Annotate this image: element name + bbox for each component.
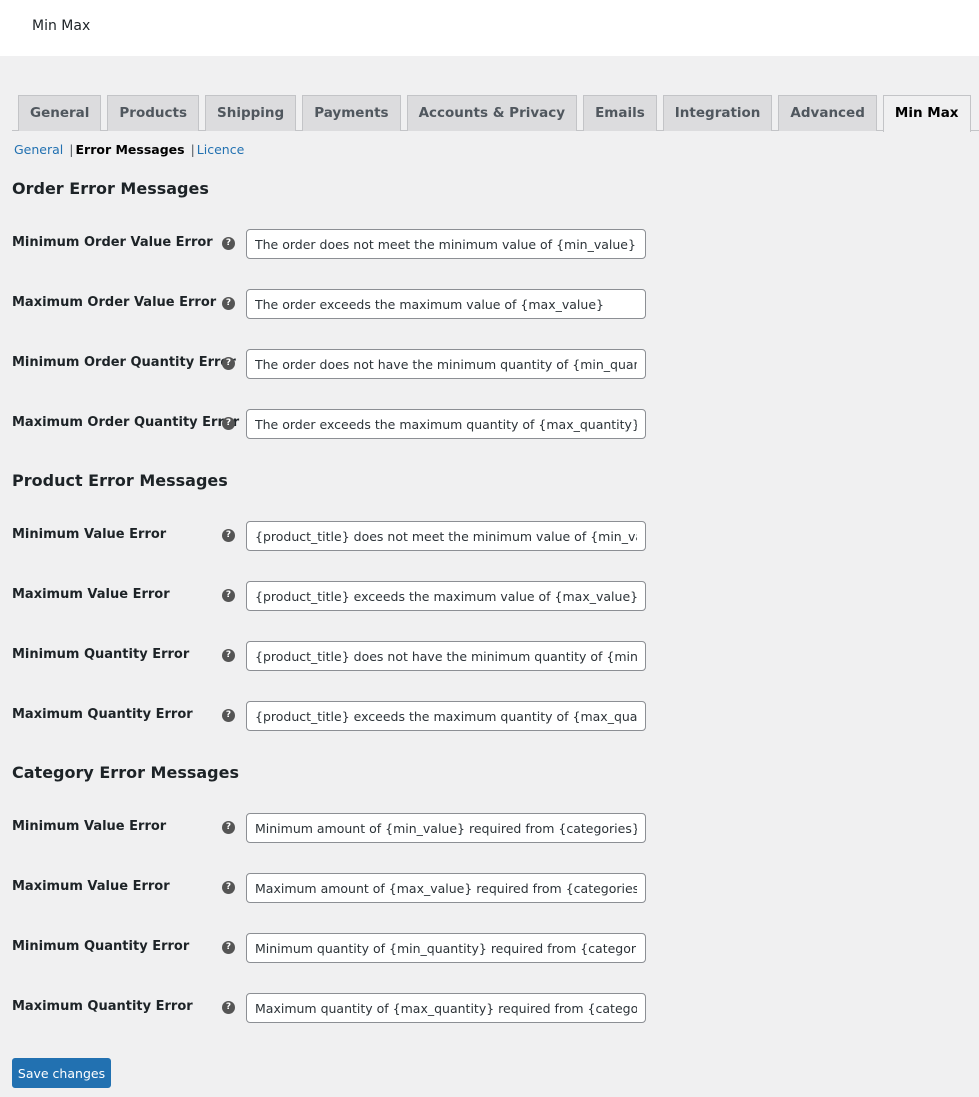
help-icon[interactable]: ? xyxy=(222,881,235,894)
field-label: Maximum Quantity Error xyxy=(12,999,193,1014)
error-message-input[interactable] xyxy=(246,933,646,963)
field-label: Minimum Quantity Error xyxy=(12,939,190,954)
form-row: Maximum Order Quantity Error? xyxy=(0,409,979,439)
tab-accounts-privacy[interactable]: Accounts & Privacy xyxy=(406,95,578,131)
order-error-messages-heading: Order Error Messages xyxy=(12,179,209,198)
error-message-input[interactable] xyxy=(246,521,646,551)
page-title: Min Max xyxy=(32,18,91,34)
help-icon[interactable]: ? xyxy=(222,297,235,310)
tab-advanced[interactable]: Advanced xyxy=(778,95,877,131)
tab-integration[interactable]: Integration xyxy=(662,95,773,131)
subnav-separator: | xyxy=(69,142,74,157)
subnav-error-messages[interactable]: Error Messages xyxy=(75,142,184,157)
error-message-input[interactable] xyxy=(246,641,646,671)
error-message-input[interactable] xyxy=(246,409,646,439)
form-row: Maximum Quantity Error? xyxy=(0,993,979,1023)
field-label: Minimum Value Error xyxy=(12,819,167,834)
field-label: Minimum Value Error xyxy=(12,527,167,542)
form-row: Maximum Quantity Error? xyxy=(0,701,979,731)
tab-emails[interactable]: Emails xyxy=(583,95,657,131)
help-icon[interactable]: ? xyxy=(222,1001,235,1014)
form-row: Maximum Value Error? xyxy=(0,581,979,611)
tab-shipping[interactable]: Shipping xyxy=(205,95,297,131)
form-row: Minimum Value Error? xyxy=(0,813,979,843)
field-label: Minimum Order Quantity Error xyxy=(12,355,236,370)
product-error-messages-heading: Product Error Messages xyxy=(12,471,228,490)
help-icon[interactable]: ? xyxy=(222,941,235,954)
form-row: Minimum Value Error? xyxy=(0,521,979,551)
subnav-general[interactable]: General xyxy=(14,142,63,157)
help-icon[interactable]: ? xyxy=(222,237,235,250)
field-label: Maximum Order Value Error xyxy=(12,295,217,310)
settings-tabs: General Products Shipping Payments Accou… xyxy=(12,95,979,132)
error-message-input[interactable] xyxy=(246,813,646,843)
help-icon[interactable]: ? xyxy=(222,709,235,722)
help-icon[interactable]: ? xyxy=(222,649,235,662)
field-label: Maximum Value Error xyxy=(12,879,170,894)
field-label: Maximum Quantity Error xyxy=(12,707,193,722)
tab-payments[interactable]: Payments xyxy=(302,95,401,131)
field-label: Minimum Order Value Error xyxy=(12,235,213,250)
help-icon[interactable]: ? xyxy=(222,357,235,370)
subnav-separator: | xyxy=(190,142,195,157)
help-icon[interactable]: ? xyxy=(222,589,235,602)
field-label: Maximum Order Quantity Error xyxy=(12,415,240,430)
form-row: Minimum Order Quantity Error? xyxy=(0,349,979,379)
sub-navigation: General | Error Messages | Licence xyxy=(14,141,244,159)
category-error-messages-heading: Category Error Messages xyxy=(12,763,239,782)
tab-min-max[interactable]: Min Max xyxy=(882,95,971,132)
form-row: Minimum Quantity Error? xyxy=(0,641,979,671)
tab-general[interactable]: General xyxy=(18,95,102,131)
tab-products[interactable]: Products xyxy=(107,95,199,131)
error-message-input[interactable] xyxy=(246,701,646,731)
page-header: Min Max xyxy=(0,0,979,56)
form-row: Maximum Value Error? xyxy=(0,873,979,903)
error-message-input[interactable] xyxy=(246,289,646,319)
error-message-input[interactable] xyxy=(246,229,646,259)
subnav-licence[interactable]: Licence xyxy=(197,142,245,157)
error-message-input[interactable] xyxy=(246,349,646,379)
error-message-input[interactable] xyxy=(246,581,646,611)
form-row: Minimum Quantity Error? xyxy=(0,933,979,963)
help-icon[interactable]: ? xyxy=(222,417,235,430)
error-message-input[interactable] xyxy=(246,993,646,1023)
help-icon[interactable]: ? xyxy=(222,821,235,834)
field-label: Minimum Quantity Error xyxy=(12,647,190,662)
help-icon[interactable]: ? xyxy=(222,529,235,542)
error-message-input[interactable] xyxy=(246,873,646,903)
form-row: Minimum Order Value Error? xyxy=(0,229,979,259)
field-label: Maximum Value Error xyxy=(12,587,170,602)
form-row: Maximum Order Value Error? xyxy=(0,289,979,319)
save-changes-button[interactable]: Save changes xyxy=(12,1058,111,1088)
